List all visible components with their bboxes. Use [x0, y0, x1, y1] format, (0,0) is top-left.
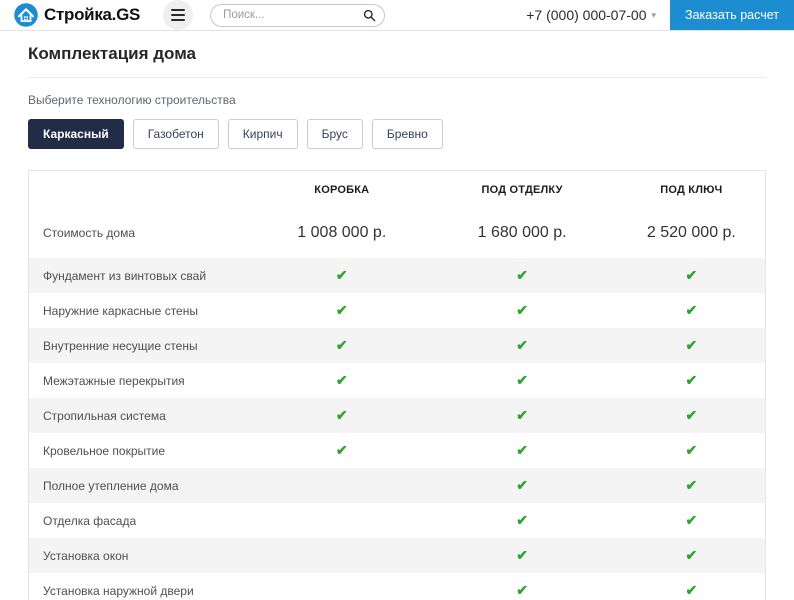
search-icon[interactable] — [363, 9, 376, 22]
logo[interactable]: Стройка.GS — [13, 2, 140, 28]
row-label: Межэтажные перекрытия — [29, 363, 257, 398]
check-icon: ✔ — [686, 582, 698, 598]
price-value: 1 008 000 р. — [257, 208, 426, 258]
table-row: Межэтажные перекрытия ✔ ✔ ✔ — [29, 363, 765, 398]
divider — [28, 77, 766, 78]
technology-tabs: Каркасный Газобетон Кирпич Брус Бревно — [28, 119, 766, 149]
price-value: 2 520 000 р. — [618, 208, 765, 258]
column-header-korobka: КОРОБКА — [257, 171, 426, 208]
table-row: Наружние каркасные стены ✔ ✔ ✔ — [29, 293, 765, 328]
check-icon: ✔ — [516, 337, 528, 353]
column-header-pod-klyuch: ПОД КЛЮЧ — [618, 171, 765, 208]
row-label: Стропильная система — [29, 398, 257, 433]
hamburger-icon — [171, 9, 185, 11]
table-row: Стропильная система ✔ ✔ ✔ — [29, 398, 765, 433]
search-bar — [210, 4, 385, 27]
table-row: Кровельное покрытие ✔ ✔ ✔ — [29, 433, 765, 468]
check-icon: ✔ — [516, 442, 528, 458]
row-label: Установка наружной двери — [29, 573, 257, 600]
order-calculation-button[interactable]: Заказать расчет — [670, 0, 794, 30]
price-row: Стоимость дома 1 008 000 р. 1 680 000 р.… — [29, 208, 765, 258]
check-icon: ✔ — [336, 372, 348, 388]
price-row-label: Стоимость дома — [29, 208, 257, 258]
tab-1[interactable]: Газобетон — [133, 119, 219, 149]
comparison-table: КОРОБКА ПОД ОТДЕЛКУ ПОД КЛЮЧ Стоимость д… — [29, 171, 765, 600]
column-header-pod-otdelku: ПОД ОТДЕЛКУ — [426, 171, 617, 208]
check-icon: ✔ — [516, 407, 528, 423]
tab-2[interactable]: Кирпич — [228, 119, 298, 149]
logo-text: Стройка.GS — [44, 5, 140, 25]
check-icon: ✔ — [686, 442, 698, 458]
menu-button[interactable] — [163, 0, 193, 30]
check-icon: ✔ — [336, 302, 348, 318]
check-icon: ✔ — [686, 547, 698, 563]
tab-4[interactable]: Бревно — [372, 119, 443, 149]
check-icon: ✔ — [686, 372, 698, 388]
row-label: Полное утепление дома — [29, 468, 257, 503]
check-icon: ✔ — [686, 267, 698, 283]
check-icon: ✔ — [336, 337, 348, 353]
row-label: Внутренние несущие стены — [29, 328, 257, 363]
check-icon: ✔ — [686, 512, 698, 528]
phone-number: +7 (000) 000-07-00 — [526, 7, 646, 23]
table-row: Установка окон ✔ ✔ — [29, 538, 765, 573]
tab-3[interactable]: Брус — [307, 119, 363, 149]
check-icon: ✔ — [516, 582, 528, 598]
comparison-table-body: Стоимость дома 1 008 000 р. 1 680 000 р.… — [29, 208, 765, 600]
row-label: Отделка фасада — [29, 503, 257, 538]
check-icon: ✔ — [336, 442, 348, 458]
search-input[interactable] — [223, 9, 363, 21]
check-icon: ✔ — [686, 337, 698, 353]
check-icon: ✔ — [336, 407, 348, 423]
row-label: Фундамент из винтовых свай — [29, 258, 257, 293]
logo-house-icon — [13, 2, 39, 28]
check-icon: ✔ — [686, 477, 698, 493]
check-icon: ✔ — [516, 302, 528, 318]
table-row: Отделка фасада ✔ ✔ — [29, 503, 765, 538]
phone-dropdown[interactable]: +7 (000) 000-07-00 ▾ — [526, 7, 656, 23]
price-value: 1 680 000 р. — [426, 208, 617, 258]
header-right: +7 (000) 000-07-00 ▾ Заказать расчет — [526, 0, 794, 30]
check-icon: ✔ — [336, 267, 348, 283]
table-row: Полное утепление дома ✔ ✔ — [29, 468, 765, 503]
check-icon: ✔ — [516, 267, 528, 283]
tab-0[interactable]: Каркасный — [28, 119, 124, 149]
page-title: Комплектация дома — [28, 44, 766, 64]
row-label: Установка окон — [29, 538, 257, 573]
main-content: Комплектация дома Выберите технологию ст… — [0, 44, 794, 600]
row-label: Кровельное покрытие — [29, 433, 257, 468]
check-icon: ✔ — [516, 547, 528, 563]
comparison-table-card: КОРОБКА ПОД ОТДЕЛКУ ПОД КЛЮЧ Стоимость д… — [28, 170, 766, 600]
table-row: Фундамент из винтовых свай ✔ ✔ ✔ — [29, 258, 765, 293]
check-icon: ✔ — [686, 302, 698, 318]
check-icon: ✔ — [686, 407, 698, 423]
technology-subtitle: Выберите технологию строительства — [28, 93, 766, 107]
table-header-row: КОРОБКА ПОД ОТДЕЛКУ ПОД КЛЮЧ — [29, 171, 765, 208]
check-icon: ✔ — [516, 372, 528, 388]
check-icon: ✔ — [516, 512, 528, 528]
table-row: Внутренние несущие стены ✔ ✔ ✔ — [29, 328, 765, 363]
header: Стройка.GS +7 (000) 000-07-00 ▾ Заказать… — [0, 0, 794, 31]
table-row: Установка наружной двери ✔ ✔ — [29, 573, 765, 600]
chevron-down-icon: ▾ — [652, 10, 657, 21]
row-label: Наружние каркасные стены — [29, 293, 257, 328]
check-icon: ✔ — [516, 477, 528, 493]
